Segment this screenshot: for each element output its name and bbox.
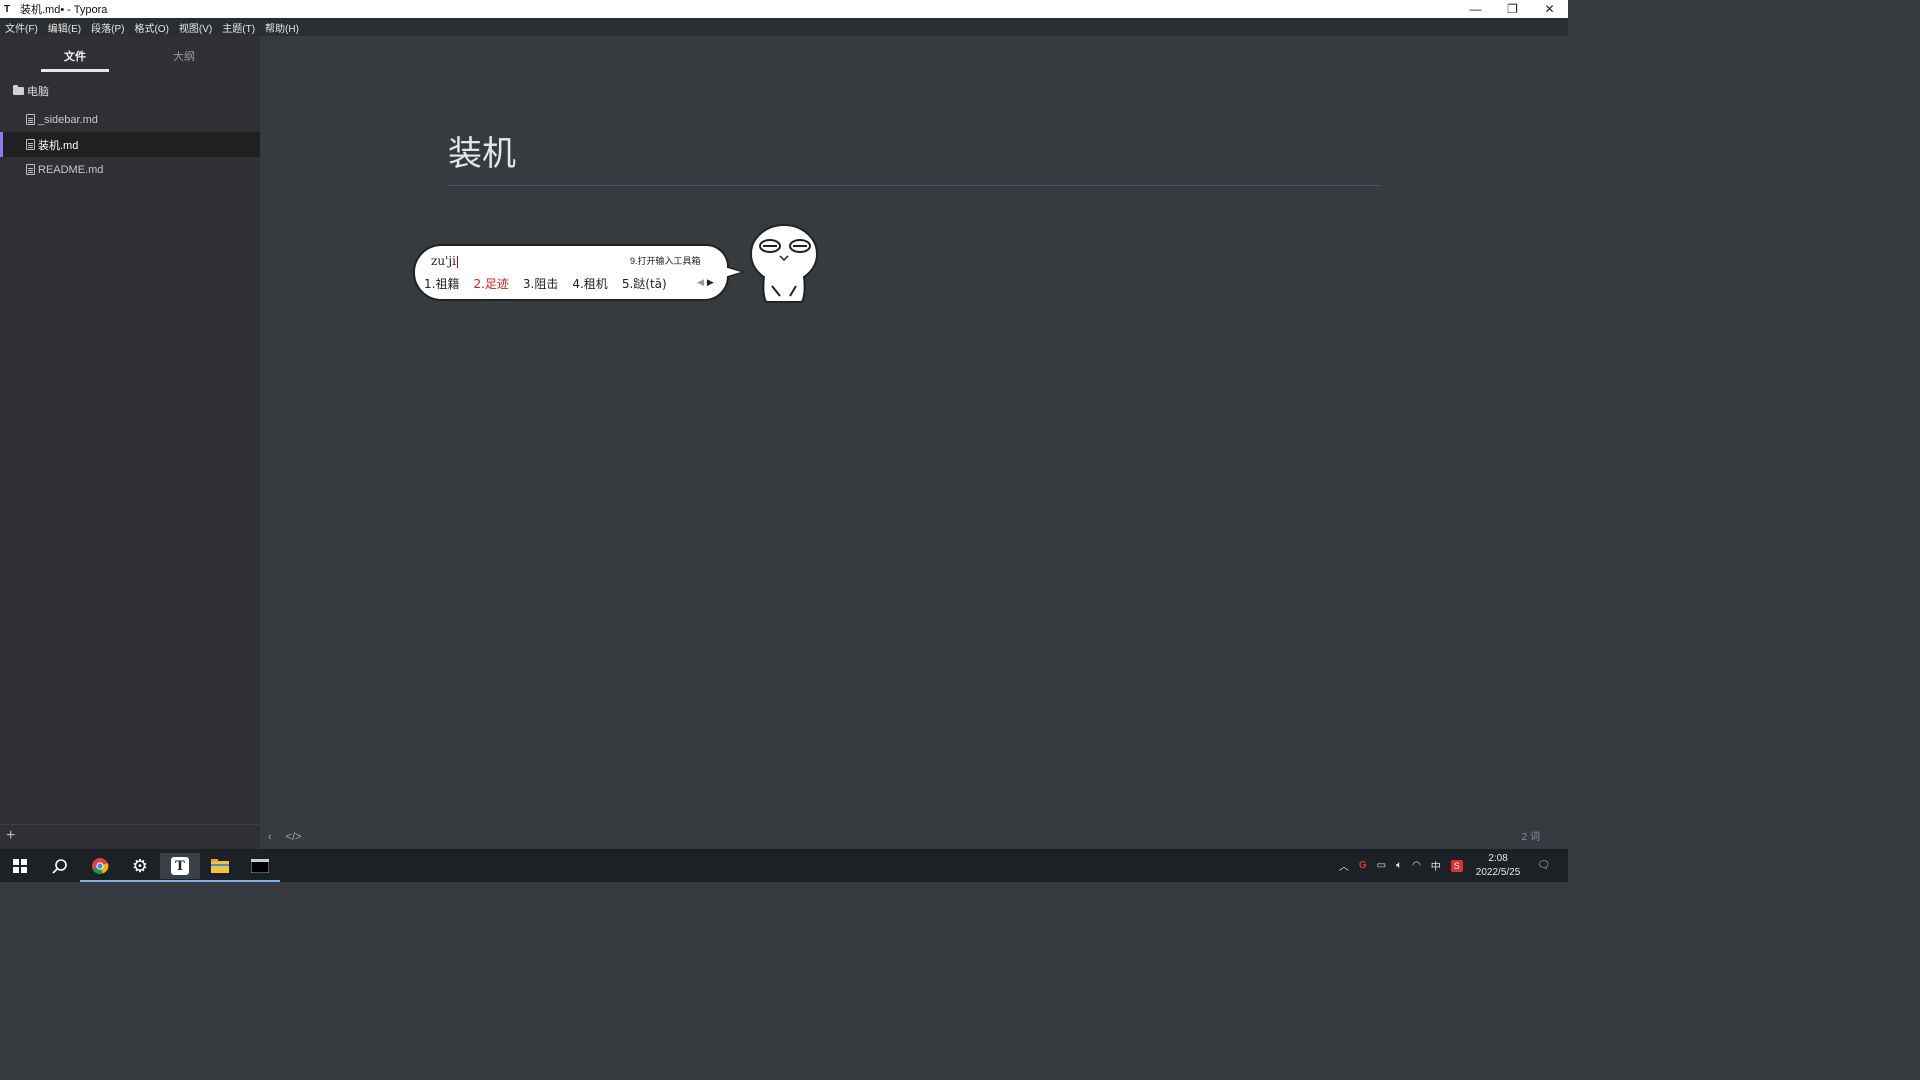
windows-start-icon <box>13 859 27 873</box>
network-icon[interactable]: ◠ <box>1412 860 1421 871</box>
window-title: 装机.md• - Typora <box>20 4 108 16</box>
ime-candidate[interactable]: 4.租机 <box>572 275 607 292</box>
ime-pinyin-input: zu'ji <box>431 254 458 268</box>
file-tree: 电脑 _sidebar.md 装机.md README.md <box>0 81 260 182</box>
volume-icon[interactable]: 🔈︎ <box>1396 860 1402 871</box>
sidebar-tabs: 文件 大纲 <box>0 36 260 72</box>
app-tray-icon[interactable]: G <box>1359 860 1367 871</box>
add-file-button[interactable]: + <box>6 827 15 845</box>
editor-footer-left: ‹ </> <box>268 831 302 843</box>
start-button[interactable] <box>0 853 40 879</box>
ime-candidate-highlighted[interactable]: 2.足迹 <box>473 275 508 292</box>
toggle-sidebar-icon[interactable]: ‹ <box>268 831 272 843</box>
tab-files[interactable]: 文件 <box>41 48 109 64</box>
taskbar-chrome[interactable] <box>80 853 120 882</box>
file-item-active[interactable]: 装机.md <box>0 132 260 157</box>
word-count[interactable]: 2 词 <box>1522 828 1540 843</box>
notification-center-icon[interactable]: 🗨︎ <box>1537 860 1550 871</box>
search-button[interactable] <box>40 853 80 879</box>
ime-candidate[interactable]: 5.跶(tā) <box>622 275 667 292</box>
document-heading[interactable]: 装机 <box>448 126 516 175</box>
menu-edit[interactable]: 编辑(E) <box>43 20 86 35</box>
restore-button[interactable]: ❐ <box>1494 0 1531 18</box>
file-label: _sidebar.md <box>38 113 98 126</box>
menu-format[interactable]: 格式(O) <box>129 20 173 35</box>
text-caret <box>456 255 458 268</box>
ime-mascot-image <box>748 224 820 304</box>
menu-paragraph[interactable]: 段落(P) <box>86 20 129 35</box>
taskbar-typora[interactable]: T <box>160 853 200 882</box>
sidebar: 文件 大纲 电脑 _sidebar.md 装机.md README.md + <box>0 36 260 849</box>
active-tab-indicator <box>41 69 109 72</box>
file-icon <box>26 114 35 125</box>
close-button[interactable]: ✕ <box>1531 0 1568 18</box>
source-code-mode-icon[interactable]: </> <box>286 831 302 843</box>
ime-pinyin-text: zu'ji <box>431 254 456 268</box>
title-bar: T 装机.md• - Typora — ❐ ✕ <box>0 0 1568 18</box>
chrome-icon <box>92 858 109 874</box>
heading-underline <box>448 185 1380 186</box>
file-label: 装机.md <box>38 139 79 152</box>
folder-label: 电脑 <box>27 86 49 98</box>
ime-candidate[interactable]: 1.祖籍 <box>424 275 459 292</box>
file-label: README.md <box>38 163 104 176</box>
taskbar: ⚙ T ︿ G ▭ 🔈︎ ◠ 中 S 2:08 2022/5/25 🗨︎ <box>0 849 1568 882</box>
ime-bubble <box>413 244 729 301</box>
editor-area[interactable]: 装机 ‹ </> 2 词 <box>260 36 1568 849</box>
sogou-ime-icon[interactable]: S <box>1450 859 1463 872</box>
menu-help[interactable]: 帮助(H) <box>260 20 304 35</box>
bubble-tail-inner <box>721 266 741 278</box>
settings-icon: ⚙ <box>131 855 149 876</box>
menu-view[interactable]: 视图(V) <box>174 20 217 35</box>
file-item-sidebar[interactable]: _sidebar.md <box>0 107 260 132</box>
system-clock[interactable]: 2:08 2022/5/25 <box>1476 852 1521 880</box>
battery-icon[interactable]: ▭ <box>1377 860 1386 871</box>
taskbar-file-explorer[interactable] <box>200 853 240 882</box>
file-item-readme[interactable]: README.md <box>0 157 260 182</box>
menu-file[interactable]: 文件(F) <box>0 20 43 35</box>
window-controls: — ❐ ✕ <box>1457 0 1568 18</box>
tab-outline[interactable]: 大纲 <box>150 48 218 64</box>
show-hidden-icons-icon[interactable]: ︿ <box>1339 858 1349 873</box>
system-tray: ︿ G ▭ 🔈︎ ◠ 中 S 2:08 2022/5/25 🗨︎ <box>1334 849 1568 882</box>
ime-page-arrows: ◀ ▶ <box>697 277 714 288</box>
terminal-icon <box>251 859 269 873</box>
typora-icon: T <box>171 857 189 875</box>
sidebar-footer: + <box>0 824 260 849</box>
typora-app-icon: T <box>4 3 11 15</box>
ime-candidate[interactable]: 3.阻击 <box>523 275 558 292</box>
clock-date: 2022/5/25 <box>1475 866 1521 878</box>
taskbar-terminal[interactable] <box>240 853 280 882</box>
prev-page-icon[interactable]: ◀ <box>697 277 704 287</box>
search-icon <box>52 859 67 874</box>
next-page-icon[interactable]: ▶ <box>707 277 714 287</box>
minimize-button[interactable]: — <box>1457 0 1494 18</box>
ime-candidate-list: 1.祖籍 2.足迹 3.阻击 4.租机 5.跶(tā) <box>424 275 681 292</box>
input-language-indicator[interactable]: 中 <box>1431 858 1441 873</box>
menu-bar: 文件(F) 编辑(E) 段落(P) 格式(O) 视图(V) 主题(T) 帮助(H… <box>0 18 1568 36</box>
file-icon <box>26 164 35 175</box>
ime-candidate-window: zu'ji 9.打开输入工具箱 1.祖籍 2.足迹 3.阻击 4.租机 5.跶(… <box>413 244 745 302</box>
menu-theme[interactable]: 主题(T) <box>217 20 260 35</box>
clock-time: 2:08 <box>1488 852 1508 864</box>
file-explorer-icon <box>211 859 229 873</box>
ime-toolbox-hint[interactable]: 9.打开输入工具箱 <box>630 254 701 267</box>
folder-icon <box>13 85 24 95</box>
file-icon <box>26 139 35 150</box>
taskbar-settings[interactable]: ⚙ <box>120 853 160 882</box>
folder-item[interactable]: 电脑 <box>0 81 260 101</box>
